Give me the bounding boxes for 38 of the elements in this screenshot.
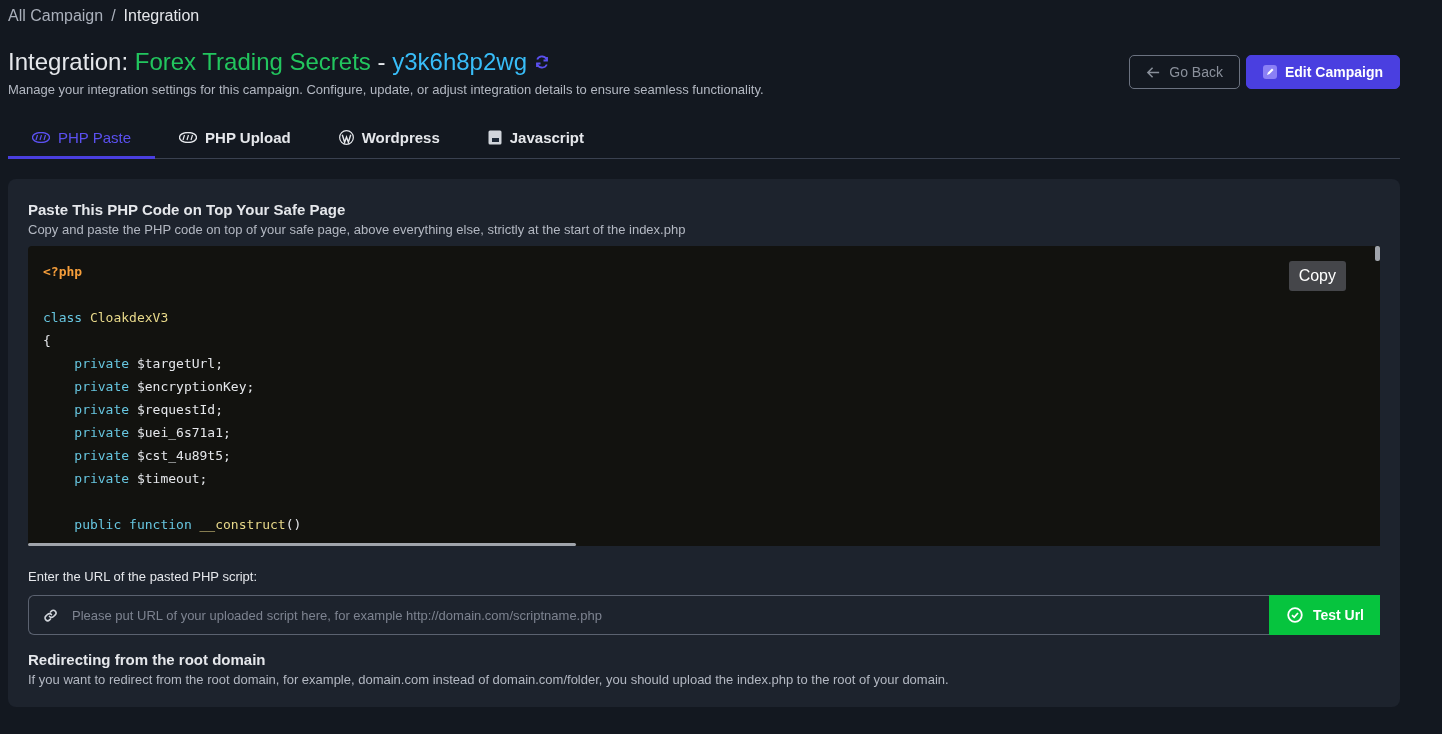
code-line: private $uei_6s71a1;	[73, 424, 231, 442]
code-line: class CloakdexV3	[43, 309, 169, 327]
vertical-scrollbar[interactable]	[1375, 246, 1380, 261]
code-line: private $encryptionKey;	[73, 378, 255, 396]
copy-button[interactable]: Copy	[1288, 261, 1346, 291]
link-icon	[43, 607, 58, 623]
breadcrumb-separator: /	[111, 7, 116, 25]
code-line: <?php	[43, 263, 83, 281]
integration-tab[interactable]: Wordpress	[314, 119, 464, 159]
redirect-description: If you want to redirect from the root domain, for example, domain.com instead of domain.com/folder, you should upload the index.php to the root of your domain.	[28, 672, 950, 687]
section-title: Paste This PHP Code on Top Your Safe Page	[28, 201, 347, 218]
breadcrumb-current: Integration	[123, 7, 200, 25]
page-description: Manage your integration settings for this campaign. Configure, update, or adjust integration details to ensure seamless functionality.	[8, 82, 764, 97]
pencil-icon	[1263, 65, 1277, 79]
edit-campaign-button[interactable]: Edit Campaign	[1246, 55, 1400, 89]
code-line: private $requestId;	[73, 401, 223, 419]
wordpress-icon	[338, 130, 354, 145]
code-line: private $cst_4u89t5;	[73, 447, 231, 465]
breadcrumb-link[interactable]: All Campaign	[8, 7, 104, 25]
code-line: {	[43, 332, 51, 350]
refresh-icon[interactable]	[534, 54, 550, 70]
section-description: Copy and paste the PHP code on top of your safe page, above everything else, strictly at the start of the index.php	[28, 222, 687, 237]
code-line: private $timeout;	[73, 470, 208, 488]
url-field[interactable]: Please put URL of your uploaded script here, for example http://domain.com/scriptname.php	[28, 595, 1269, 635]
js-file-icon	[487, 130, 502, 145]
go-back-button[interactable]: Go Back	[1129, 55, 1240, 89]
horizontal-scrollbar[interactable]	[28, 543, 576, 546]
php-icon	[179, 132, 198, 143]
url-input-field[interactable]: Please put URL of your uploaded script here, for example http://domain.com/scriptname.php	[70, 606, 1255, 624]
integration-tab[interactable]: PHP Upload	[155, 119, 315, 159]
code-line: private $targetUrl;	[73, 355, 223, 373]
code-line: public function __construct()	[73, 516, 302, 534]
integration-tab[interactable]: Javascript	[463, 119, 608, 159]
page-title: Integration: Forex Trading Secrets - y3k6h8p2wg	[8, 48, 527, 76]
php-icon	[32, 132, 50, 143]
redirect-title: Redirecting from the root domain	[28, 651, 267, 668]
url-label: Enter the URL of the pasted PHP script:	[28, 569, 259, 584]
check-circle-icon	[1286, 607, 1303, 623]
